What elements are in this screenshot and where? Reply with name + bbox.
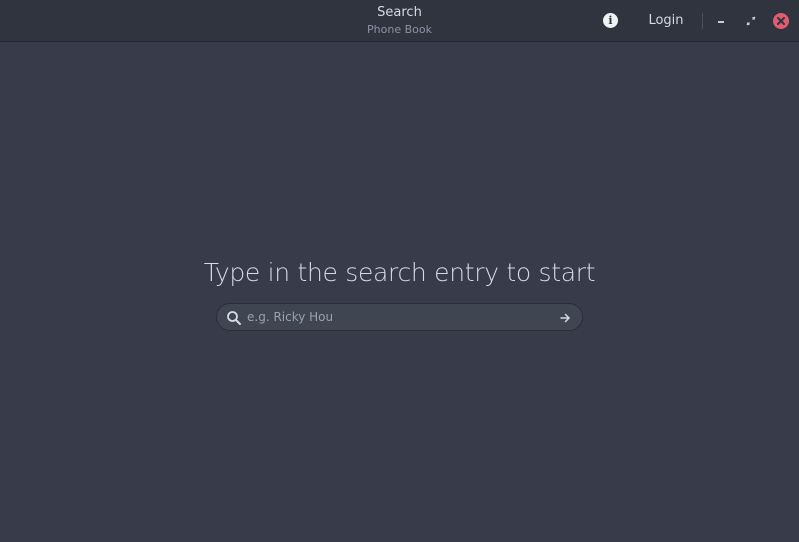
search-entry[interactable]	[216, 303, 583, 331]
maximize-icon	[746, 16, 756, 26]
login-button[interactable]: Login	[640, 10, 692, 32]
minimize-button[interactable]	[713, 13, 729, 29]
app-window: Search Phone Book i Login Type in the se…	[0, 0, 799, 542]
info-icon: i	[608, 14, 613, 27]
empty-state-text: Type in the search entry to start	[203, 258, 596, 287]
header-separator	[702, 13, 703, 29]
info-button[interactable]: i	[603, 13, 618, 28]
search-input[interactable]	[247, 306, 547, 328]
close-icon	[777, 17, 785, 25]
close-button[interactable]	[773, 13, 789, 29]
header-bar: Search Phone Book i Login	[0, 0, 799, 42]
search-icon	[227, 311, 241, 325]
maximize-button[interactable]	[743, 13, 759, 29]
arrow-right-icon[interactable]	[557, 310, 573, 326]
